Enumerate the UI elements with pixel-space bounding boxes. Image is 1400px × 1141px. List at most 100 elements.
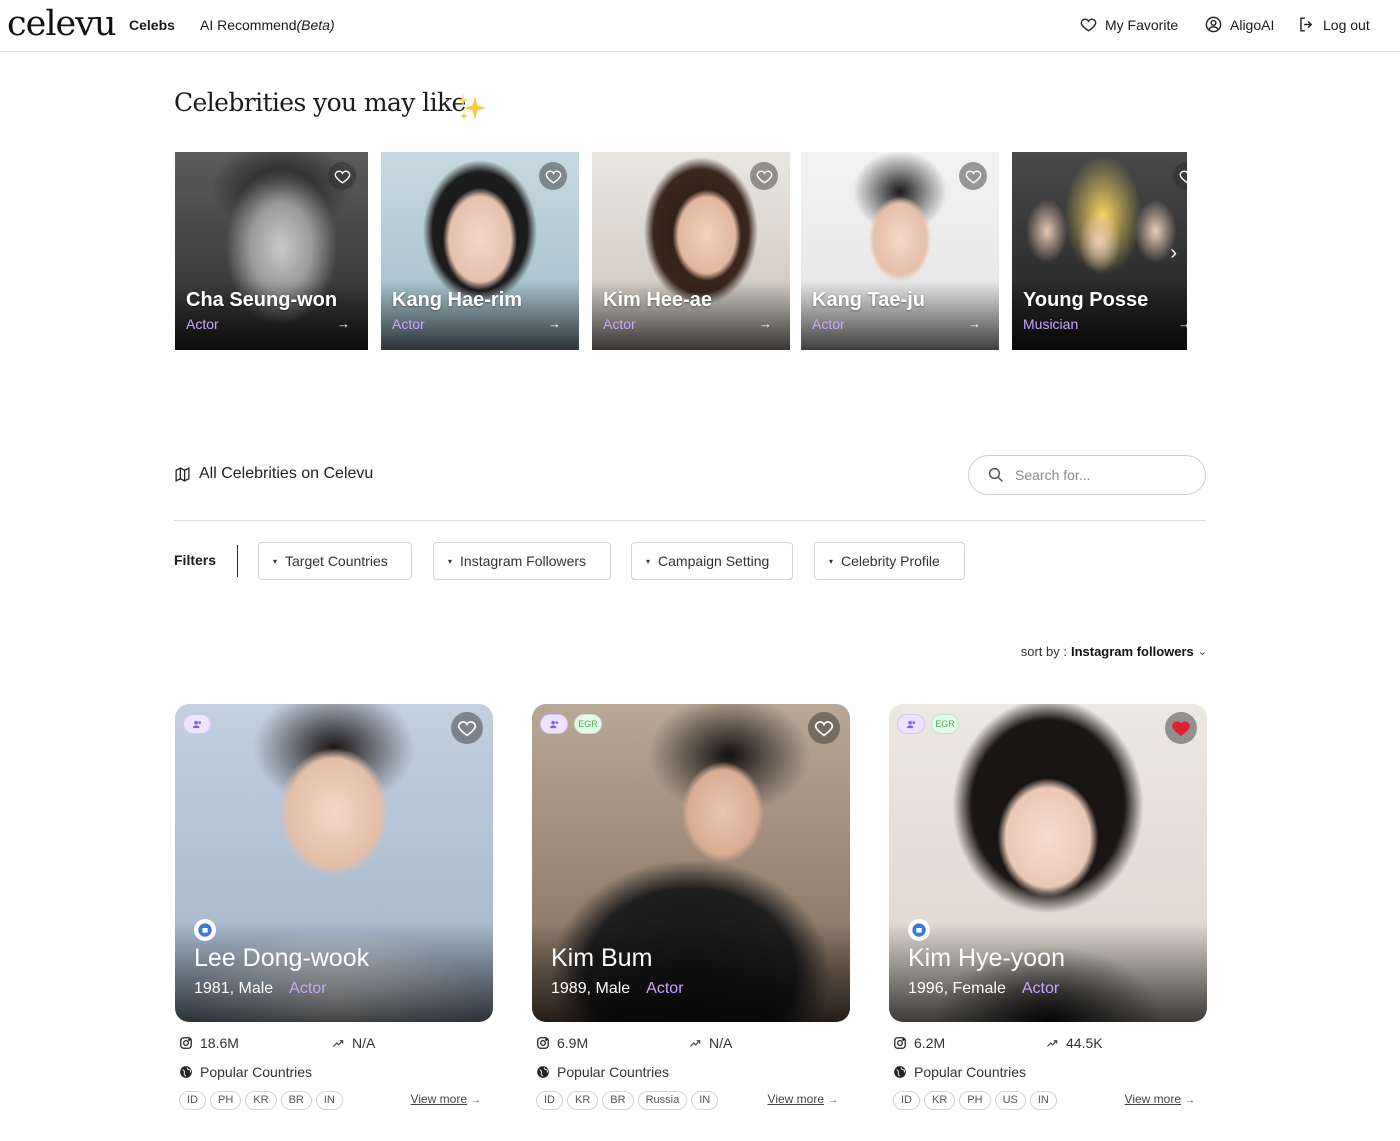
favorite-toggle[interactable] (539, 162, 567, 190)
search-box[interactable] (968, 455, 1206, 495)
instagram-icon (180, 1037, 192, 1049)
arrow-right-icon[interactable]: → (968, 316, 981, 331)
user-circle-icon (1205, 16, 1222, 33)
recommend-card[interactable]: › Young Posse Musician → (1012, 152, 1187, 350)
favorite-toggle[interactable] (451, 712, 483, 744)
popular-countries-heading: Popular Countries (175, 1064, 493, 1080)
instagram-followers: 6.2M (893, 1035, 945, 1051)
favorite-toggle[interactable] (750, 162, 778, 190)
instagram-followers: 6.9M (536, 1035, 588, 1051)
heart-outline-icon (1080, 18, 1097, 32)
celebrity-role: Actor (812, 316, 845, 332)
instagram-icon (537, 1037, 549, 1049)
engagement-value: N/A (352, 1035, 376, 1051)
filter-celebrity-profile[interactable]: ▾ Celebrity Profile (814, 542, 965, 580)
celevu-logo[interactable]: celevu (7, 4, 117, 44)
filter-campaign-setting[interactable]: ▾ Campaign Setting (631, 542, 793, 580)
celebrity-meta: 1981, Male Actor (194, 980, 327, 998)
celebrity-role: Musician (1023, 316, 1079, 332)
celebrity-card[interactable]: EGR Kim Hye-yoon 1996, Female Actor 6.2M … (889, 704, 1207, 1110)
group-badge (897, 714, 925, 734)
sparkles-icon (457, 94, 486, 120)
celebrity-card[interactable]: EGR Kim Bum 1989, Male Actor 6.9M N/A Pop… (532, 704, 850, 1110)
sort-label: sort by : (1020, 644, 1067, 659)
heart-outline-icon (814, 721, 834, 737)
favorite-toggle[interactable] (959, 162, 987, 190)
celebrity-name: Cha Seung-won (186, 289, 338, 311)
arrow-right-icon[interactable]: → (759, 316, 772, 331)
favorite-toggle-active[interactable] (1165, 712, 1197, 744)
favorite-toggle[interactable] (808, 712, 840, 744)
view-more-label: View more (1124, 1092, 1181, 1106)
group-badge (183, 714, 211, 734)
filters-label: Filters (174, 552, 217, 568)
recommend-card[interactable]: Kim Hee-ae Actor → (592, 152, 790, 350)
heart-outline-icon (545, 170, 561, 184)
sort-dropdown[interactable]: sort by : Instagram followers ⌄ (1021, 644, 1207, 659)
arrow-right-icon[interactable]: → (548, 316, 561, 331)
followers-value: 6.2M (914, 1035, 946, 1051)
egr-badge: EGR (931, 714, 959, 734)
egr-badge: EGR (574, 714, 602, 734)
recommend-card[interactable]: Kang Hae-rim Actor → (381, 152, 579, 350)
engagement-stat: N/A (688, 1035, 732, 1051)
nav-celebs-link[interactable]: Celebs (129, 17, 175, 33)
my-favorite-link[interactable]: My Favorite (1079, 15, 1178, 34)
recommend-section-title: Celebrities you may like (174, 88, 466, 117)
heart-filled-icon (1172, 721, 1190, 736)
filter-label: Campaign Setting (658, 553, 770, 569)
recommend-card[interactable]: Cha Seung-won Actor → (175, 152, 368, 350)
country-chip: US (994, 1090, 1026, 1110)
carousel-next-icon[interactable]: › (1170, 242, 1177, 265)
celebrity-name: Kim Hee-ae (603, 289, 712, 311)
celebrity-image[interactable]: EGR Kim Hye-yoon 1996, Female Actor (889, 704, 1207, 1022)
beta-tag: (Beta) (296, 17, 335, 33)
verified-icon (194, 919, 216, 941)
all-celebrities-title: All Celebrities on Celevu (199, 465, 374, 482)
arrow-right-icon[interactable]: → (1178, 316, 1187, 331)
celebrity-role: Actor (289, 980, 327, 997)
stats-row: 18.6M N/A (175, 1035, 493, 1057)
engagement-icon (1046, 1040, 1058, 1047)
view-more-link[interactable]: View more → (768, 1092, 838, 1106)
country-chip: IN (1029, 1090, 1057, 1110)
badge-row: EGR (540, 714, 602, 734)
badge-row (183, 714, 211, 734)
heart-outline-icon (965, 170, 981, 184)
logout-link[interactable]: Log out (1297, 15, 1370, 34)
users-icon (192, 720, 201, 728)
heart-outline-icon (1179, 170, 1187, 184)
arrow-right-icon[interactable]: → (337, 316, 350, 331)
sort-value: Instagram followers (1070, 644, 1194, 659)
celebrity-image[interactable]: EGR Kim Bum 1989, Male Actor (532, 704, 850, 1022)
recommend-card[interactable]: Kang Tae-ju Actor → (801, 152, 999, 350)
celebrity-meta: 1989, Male Actor (551, 980, 684, 998)
nav-ai-recommend-link[interactable]: AI Recommend(Beta) (200, 17, 335, 33)
search-input[interactable] (1015, 467, 1185, 483)
view-more-link[interactable]: View more → (1125, 1092, 1195, 1106)
search-icon (988, 467, 1003, 482)
badge-row: EGR (897, 714, 959, 734)
caret-down-icon: ▾ (829, 556, 834, 566)
nav-ai-recommend-label: AI Recommend (200, 17, 297, 33)
filter-label: Celebrity Profile (841, 553, 940, 569)
filter-instagram-followers[interactable]: ▾ Instagram Followers (433, 542, 611, 580)
group-badge (540, 714, 568, 734)
section-divider (174, 520, 1206, 521)
engagement-icon (689, 1040, 701, 1047)
celebrity-image[interactable]: Lee Dong-wook 1981, Male Actor (175, 704, 493, 1022)
top-nav-bar: celevu Celebs AI Recommend(Beta) My Favo… (0, 0, 1400, 52)
arrow-right-icon: → (1185, 1095, 1195, 1106)
celebrity-role: Actor (603, 316, 636, 332)
users-icon (549, 720, 558, 728)
filter-target-countries[interactable]: ▾ Target Countries (258, 542, 412, 580)
celebrity-card[interactable]: Lee Dong-wook 1981, Male Actor 18.6M N/A … (175, 704, 493, 1110)
engagement-stat: N/A (331, 1035, 375, 1051)
arrow-right-icon: → (471, 1095, 481, 1106)
view-more-link[interactable]: View more → (411, 1092, 481, 1106)
heart-outline-icon (756, 170, 772, 184)
logout-icon (1300, 17, 1313, 32)
favorite-toggle[interactable] (328, 162, 356, 190)
account-link[interactable]: AligoAI (1204, 15, 1274, 34)
filter-label: Target Countries (285, 553, 388, 569)
